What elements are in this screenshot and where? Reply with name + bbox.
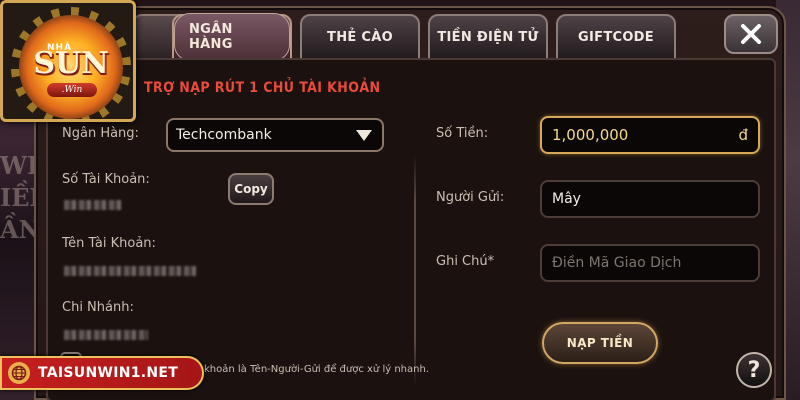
tab-giftcode[interactable]: GIFTCODE	[556, 14, 676, 60]
close-icon	[741, 24, 761, 44]
column-divider	[414, 156, 416, 386]
note-placeholder: Điền Mã Giao Dịch	[552, 255, 682, 271]
branch-value	[64, 330, 148, 340]
logo-word: SUN	[33, 46, 109, 81]
note-label: Ghi Chú*	[436, 254, 495, 269]
branch-label: Chi Nhánh:	[62, 300, 134, 315]
tab-bank[interactable]: NGÂN HÀNG	[172, 13, 292, 61]
bank-label: Ngân Hàng:	[62, 126, 139, 141]
sender-label: Người Gửi:	[436, 190, 505, 205]
sender-input[interactable]: Mây	[540, 180, 760, 218]
tab-card[interactable]: THẺ CÀO	[300, 14, 420, 60]
site-badge-text: TAISUNWIN1.NET	[38, 365, 179, 381]
chevron-down-icon	[356, 130, 372, 141]
sun-win-logo: NHÀ SUN .Win	[0, 0, 136, 122]
logo-sub: .Win	[47, 83, 97, 97]
amount-value: 1,000,000	[552, 126, 629, 144]
copy-button[interactable]: Copy	[228, 173, 274, 205]
close-button[interactable]	[724, 14, 778, 54]
help-button[interactable]: ?	[736, 352, 772, 388]
account-number-label: Số Tài Khoản:	[62, 172, 150, 187]
tab-bar: NGÂN HÀNG THẺ CÀO TIỀN ĐIỆN TỬ GIFTCODE	[172, 13, 676, 61]
bank-select[interactable]: Techcombank	[166, 118, 384, 152]
account-name-label: Tên Tài Khoản:	[62, 236, 156, 251]
globe-icon	[8, 362, 30, 384]
sender-value: Mây	[552, 191, 581, 207]
currency-symbol: đ	[738, 126, 748, 144]
account-name-value	[64, 266, 196, 276]
site-badge[interactable]: TAISUNWIN1.NET	[0, 356, 204, 390]
background-text: WI IỀN ẦN	[0, 151, 34, 244]
bank-panel: TRỢ NẠP RÚT 1 CHỦ TÀI KHOẢN Ngân Hàng: T…	[46, 58, 776, 400]
note-input[interactable]: Điền Mã Giao Dịch	[540, 244, 760, 282]
tab-bank-label: NGÂN HÀNG	[174, 13, 290, 61]
deposit-button[interactable]: NẠP TIỀN	[542, 322, 658, 364]
help-icon: ?	[747, 357, 761, 383]
bank-select-value: Techcombank	[176, 127, 272, 143]
amount-label: Số Tiền:	[436, 126, 489, 141]
deposit-dialog: NGÂN HÀNG THẺ CÀO TIỀN ĐIỆN TỬ GIFTCODE …	[34, 6, 786, 400]
footnote-text: khoản là Tên-Người-Gửi để được xử lý nha…	[204, 364, 429, 375]
amount-input[interactable]: 1,000,000 đ	[540, 116, 760, 154]
banner-text: TRỢ NẠP RÚT 1 CHỦ TÀI KHOẢN	[144, 80, 381, 96]
tab-crypto[interactable]: TIỀN ĐIỆN TỬ	[428, 14, 548, 60]
account-number-value	[64, 200, 122, 210]
